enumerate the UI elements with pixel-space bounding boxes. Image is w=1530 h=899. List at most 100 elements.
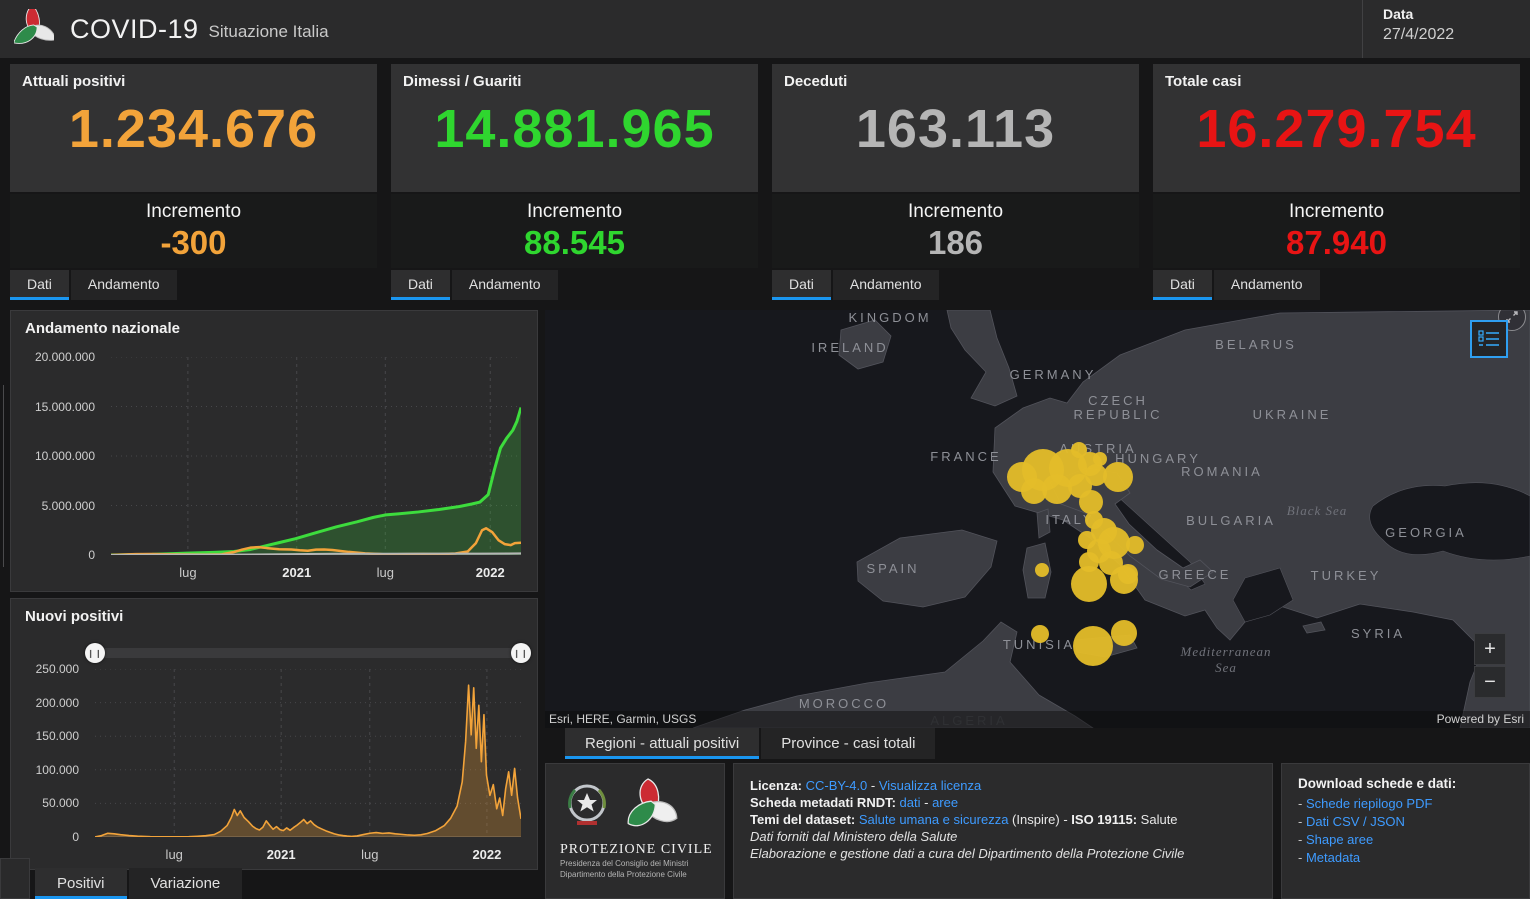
zoom-in-button[interactable]: + bbox=[1474, 633, 1506, 665]
region-bubble[interactable] bbox=[1035, 563, 1049, 577]
tab-dati[interactable]: Dati bbox=[391, 270, 450, 300]
download-link[interactable]: Schede riepilogo PDF bbox=[1306, 796, 1432, 811]
link[interactable]: Salute umana e sicurezza bbox=[859, 812, 1009, 827]
slider-track[interactable] bbox=[95, 648, 521, 658]
info-line: Licenza: CC-BY-4.0 - Visualizza licenza bbox=[750, 777, 1256, 794]
tab-dati[interactable]: Dati bbox=[1153, 270, 1212, 300]
header: COVID-19 Situazione Italia Data 27/4/202… bbox=[0, 0, 1530, 58]
italy-emblem-icon bbox=[560, 778, 614, 832]
link[interactable]: dati bbox=[900, 795, 921, 810]
download-link[interactable]: Shape aree bbox=[1306, 832, 1373, 847]
tab-andamento[interactable]: Andamento bbox=[833, 270, 939, 300]
download-item: - Schede riepilogo PDF bbox=[1298, 795, 1513, 813]
x-axis-labels: lug 2021 lug 2022 bbox=[111, 565, 521, 585]
zoom-out-button[interactable]: − bbox=[1474, 666, 1506, 698]
increment-label: Incremento bbox=[772, 194, 1139, 223]
region-bubble[interactable] bbox=[1071, 442, 1087, 458]
tab-andamento[interactable]: Andamento bbox=[452, 270, 558, 300]
protezione-civile-panel: PROTEZIONE CIVILE Presidenza del Consigl… bbox=[545, 763, 725, 899]
tab-regioni-attuali-positivi[interactable]: Regioni - attuali positivi bbox=[565, 728, 759, 759]
presidenza-line: Presidenza del Consiglio dei Ministri bbox=[560, 858, 724, 869]
region-bubbles[interactable] bbox=[545, 310, 1530, 728]
x-tick-label: lug bbox=[166, 847, 183, 862]
tab-dati[interactable]: Dati bbox=[772, 270, 831, 300]
text: Temi del dataset: bbox=[750, 812, 859, 827]
slider-handle-right[interactable]: ❙❙ bbox=[511, 643, 531, 663]
y-axis-labels: 20.000.00015.000.00010.000.0005.000.0000 bbox=[11, 357, 103, 555]
protezione-civile-title: PROTEZIONE CIVILE bbox=[560, 842, 724, 858]
x-axis-labels: lug2021lug2022 bbox=[95, 847, 521, 867]
date-box: Data 27/4/2022 bbox=[1362, 0, 1530, 58]
region-bubble[interactable] bbox=[1103, 462, 1133, 492]
text: Dati forniti dal Ministero della Salute bbox=[750, 829, 957, 844]
card-totale-casi: Totale casi 16.279.754 Incremento 87.940… bbox=[1153, 64, 1520, 300]
x-tick-label: 2021 bbox=[282, 565, 311, 580]
y-tick-label: 15.000.000 bbox=[35, 400, 95, 414]
tab-andamento[interactable]: Andamento bbox=[71, 270, 177, 300]
download-links: - Schede riepilogo PDF- Dati CSV / JSON -… bbox=[1298, 795, 1513, 867]
info-line: Dati forniti dal Ministero della Salute bbox=[750, 828, 1256, 845]
tab-positivi[interactable]: Positivi bbox=[35, 868, 127, 899]
nuovi-positivi-panel: Nuovi positivi ❙❙ ❙❙ 250.000200.000150.0… bbox=[10, 598, 538, 870]
europe-map[interactable]: KINGDOMIRELANDGERMANYBELARUSCZECHREPUBLI… bbox=[545, 310, 1530, 728]
andamento-chart bbox=[111, 357, 521, 555]
x-tick-label: 2022 bbox=[476, 565, 505, 580]
tab-andamento[interactable]: Andamento bbox=[1214, 270, 1320, 300]
x-tick-label: lug bbox=[377, 565, 394, 580]
increment-value: 87.940 bbox=[1153, 224, 1520, 262]
nuovi-positivi-chart bbox=[95, 669, 521, 837]
y-tick-label: 50.000 bbox=[42, 796, 79, 810]
stat-cards: Attuali positivi 1.234.676 Incremento -3… bbox=[10, 64, 1520, 300]
link[interactable]: aree bbox=[932, 795, 958, 810]
card-dimessi-guariti: Dimessi / Guariti 14.881.965 Incremento … bbox=[391, 64, 758, 300]
date-value: 27/4/2022 bbox=[1383, 26, 1530, 44]
attribution-text: Esri, HERE, Garmin, USGS bbox=[549, 712, 696, 726]
download-item: - Shape aree bbox=[1298, 831, 1513, 849]
increment-label: Incremento bbox=[1153, 194, 1520, 223]
region-bubble[interactable] bbox=[1111, 620, 1137, 646]
scrollbar-track[interactable] bbox=[3, 385, 4, 567]
link[interactable]: Visualizza licenza bbox=[879, 778, 981, 793]
protezione-civile-logo-icon bbox=[14, 9, 54, 49]
legend-list-icon bbox=[1478, 328, 1500, 350]
text: (Inspire) - bbox=[1008, 812, 1071, 827]
card-value: 1.234.676 bbox=[10, 98, 377, 160]
download-link[interactable]: Metadata bbox=[1306, 850, 1360, 865]
download-link[interactable]: Dati CSV / JSON bbox=[1306, 814, 1405, 829]
dash: - bbox=[1298, 796, 1306, 811]
map-attribution-bar: Esri, HERE, Garmin, USGS Powered by Esri bbox=[545, 711, 1530, 728]
license-info-panel: Licenza: CC-BY-4.0 - Visualizza licenza S… bbox=[733, 763, 1273, 899]
region-bubble[interactable] bbox=[1042, 474, 1072, 504]
tab-variazione[interactable]: Variazione bbox=[129, 868, 243, 899]
text: ISO 19115: bbox=[1071, 812, 1140, 827]
increment-label: Incremento bbox=[10, 194, 377, 223]
link[interactable]: CC-BY-4.0 bbox=[806, 778, 868, 793]
card-title: Attuali positivi bbox=[22, 73, 125, 90]
dashboard: COVID-19 Situazione Italia Data 27/4/202… bbox=[0, 0, 1530, 899]
region-bubble[interactable] bbox=[1031, 625, 1049, 643]
region-bubble[interactable] bbox=[1093, 452, 1107, 466]
x-tick-label: 2021 bbox=[267, 847, 296, 862]
chart-title: Andamento nazionale bbox=[25, 320, 180, 337]
region-bubble[interactable] bbox=[1126, 536, 1144, 554]
text: - bbox=[867, 778, 879, 793]
y-tick-label: 20.000.000 bbox=[35, 350, 95, 364]
y-axis-labels: 250.000200.000150.000100.00050.0000 bbox=[11, 669, 87, 837]
slider-handle-left[interactable]: ❙❙ bbox=[85, 643, 105, 663]
region-bubble[interactable] bbox=[1110, 566, 1138, 594]
andamento-nazionale-panel: Andamento nazionale 20.000.00015.000.000… bbox=[10, 310, 538, 592]
dipartimento-line: Dipartimento della Protezione Civile bbox=[560, 869, 724, 880]
y-tick-label: 150.000 bbox=[36, 729, 79, 743]
x-tick-label: lug bbox=[179, 565, 196, 580]
text: - bbox=[921, 795, 933, 810]
increment-label: Incremento bbox=[391, 194, 758, 223]
tab-dati[interactable]: Dati bbox=[10, 270, 69, 300]
region-bubble[interactable] bbox=[1071, 566, 1107, 602]
download-title: Download schede e dati: bbox=[1298, 776, 1513, 791]
region-bubble[interactable] bbox=[1079, 490, 1103, 514]
tab-province-casi-totali[interactable]: Province - casi totali bbox=[761, 728, 935, 759]
legend-button[interactable] bbox=[1470, 320, 1508, 358]
protezione-civile-triangle-icon bbox=[622, 778, 680, 836]
time-range-slider[interactable]: ❙❙ ❙❙ bbox=[95, 647, 521, 659]
region-bubble[interactable] bbox=[1073, 626, 1113, 666]
